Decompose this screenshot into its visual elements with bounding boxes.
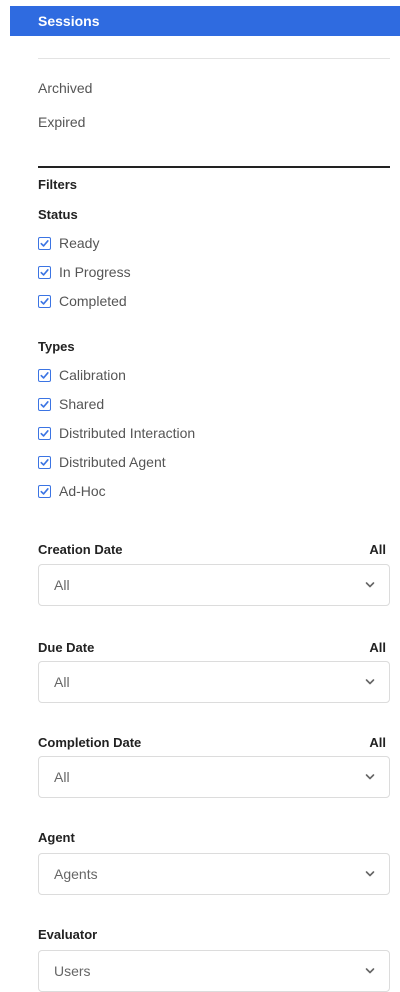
agent-label: Agent [38,830,75,845]
check-icon [38,397,51,411]
checkbox-distributed-interaction[interactable]: Distributed Interaction [38,424,195,442]
checkbox-label: Completed [59,293,127,309]
sessions-header[interactable]: Sessions [10,6,400,36]
chevron-down-icon [365,968,375,974]
select-value: All [54,674,70,690]
types-group-label: Types [38,339,75,354]
select-value: All [54,577,70,593]
check-icon [38,426,51,440]
completion-date-select[interactable]: All [38,756,390,798]
check-icon [38,455,51,469]
checkbox-label: In Progress [59,264,131,280]
select-value: All [54,769,70,785]
filter-panel: Sessions Archived Expired Filters Status… [0,0,400,992]
checkbox-completed[interactable]: Completed [38,292,127,310]
chevron-down-icon [365,582,375,588]
evaluator-select[interactable]: Users [38,950,390,992]
chevron-down-icon [365,871,375,877]
check-icon [38,236,51,250]
chevron-down-icon [365,679,375,685]
checkbox-shared[interactable]: Shared [38,395,104,413]
select-value: Agents [54,866,98,882]
check-icon [38,484,51,498]
checkbox-in-progress[interactable]: In Progress [38,263,131,281]
creation-date-select[interactable]: All [38,564,390,606]
checkbox-ready[interactable]: Ready [38,234,99,252]
chevron-down-icon [365,774,375,780]
select-value: Users [54,963,91,979]
creation-date-label: Creation Date [38,542,123,557]
due-date-value: All [369,640,386,655]
creation-date-value: All [369,542,386,557]
filters-title: Filters [38,177,78,192]
status-group-label: Status [38,207,78,222]
completion-date-label: Completion Date [38,735,142,750]
checkbox-ad-hoc[interactable]: Ad-Hoc [38,482,106,500]
checkbox-label: Ad-Hoc [59,483,106,499]
sessions-header-title: Sessions [38,13,100,29]
completion-date-value: All [369,735,386,750]
section-divider [38,166,390,168]
checkbox-distributed-agent[interactable]: Distributed Agent [38,453,166,471]
agent-select[interactable]: Agents [38,853,390,895]
check-icon [38,294,51,308]
due-date-select[interactable]: All [38,661,390,703]
divider [38,58,390,59]
nav-link-archived[interactable]: Archived [38,80,92,96]
checkbox-label: Ready [59,235,100,251]
due-date-label: Due Date [38,640,95,655]
evaluator-label: Evaluator [38,927,98,942]
check-icon [38,265,51,279]
checkbox-label: Distributed Interaction [59,425,196,441]
nav-link-expired[interactable]: Expired [38,114,85,130]
check-icon [38,368,51,382]
checkbox-label: Shared [59,396,105,412]
checkbox-label: Calibration [59,367,126,383]
checkbox-calibration[interactable]: Calibration [38,366,126,384]
checkbox-label: Distributed Agent [59,454,166,470]
